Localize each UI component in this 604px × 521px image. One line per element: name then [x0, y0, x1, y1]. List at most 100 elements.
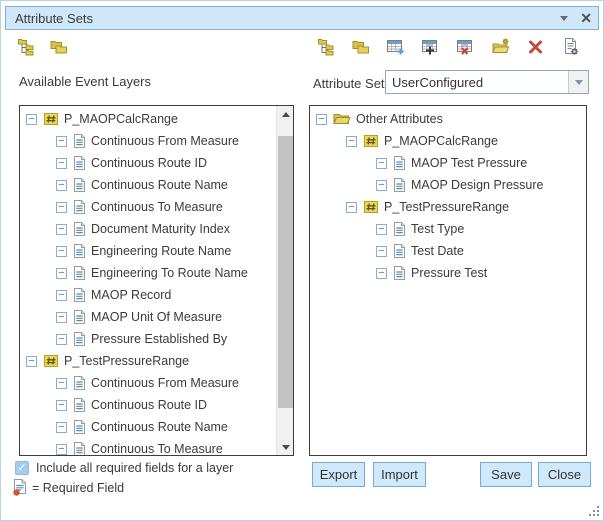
- tree-item[interactable]: −P_MAOPCalcRange: [310, 130, 586, 152]
- collapse-expander-icon[interactable]: −: [56, 312, 67, 323]
- tree-item-label: Test Type: [411, 222, 464, 236]
- required-field-legend-row: = Required Field: [12, 478, 124, 497]
- collapse-expander-icon[interactable]: −: [56, 268, 67, 279]
- tree-item[interactable]: −Document Maturity Index: [20, 218, 276, 240]
- collapse-expander-icon[interactable]: −: [56, 444, 67, 455]
- tree-item-label: Pressure Test: [411, 266, 487, 280]
- close-dialog-button[interactable]: ✕: [574, 7, 598, 29]
- new-attribute-set-button[interactable]: [491, 37, 511, 57]
- tree-item-label: Continuous From Measure: [91, 134, 239, 148]
- field-icon: [73, 397, 86, 413]
- tree-item-label: P_TestPressureRange: [64, 354, 189, 368]
- event-layer-icon: [363, 199, 379, 215]
- field-icon: [73, 243, 86, 259]
- attribute-set-properties-button[interactable]: [561, 37, 581, 57]
- tree-item[interactable]: − Continuous Route Name: [20, 174, 276, 196]
- tree-item[interactable]: − Pressure Test: [310, 262, 586, 284]
- required-field-icon: [12, 478, 27, 497]
- collapse-expander-icon[interactable]: −: [376, 246, 387, 257]
- tree-item[interactable]: −P_MAOPCalcRange: [20, 108, 276, 130]
- scroll-up-button[interactable]: [277, 106, 294, 122]
- collapse-expander-icon[interactable]: −: [56, 400, 67, 411]
- expand-event-layers-button[interactable]: [16, 37, 36, 57]
- tree-item-label: MAOP Unit Of Measure: [91, 310, 222, 324]
- collapse-expander-icon[interactable]: −: [346, 202, 357, 213]
- attribute-sets-dialog: Attribute Sets ✕ Available Event Layers …: [0, 0, 604, 521]
- resize-grip[interactable]: [588, 504, 600, 516]
- tree-item[interactable]: − MAOP Design Pressure: [310, 174, 586, 196]
- tree-item[interactable]: − Pressure Established By: [20, 328, 276, 350]
- tree-item-label: Pressure Established By: [91, 332, 227, 346]
- collapse-expander-icon[interactable]: −: [376, 180, 387, 191]
- collapse-expander-icon[interactable]: −: [26, 114, 37, 125]
- tree-item[interactable]: −Continuous Route ID: [20, 394, 276, 416]
- collapse-event-layers-button[interactable]: [49, 37, 69, 57]
- collapse-expander-icon[interactable]: −: [56, 180, 67, 191]
- tree-expand-icon: [316, 37, 336, 57]
- right-toolbar: [316, 37, 581, 57]
- tree-item[interactable]: −Engineering To Route Name: [20, 262, 276, 284]
- expand-attributes-button[interactable]: [316, 37, 336, 57]
- event-layer-icon: [43, 111, 59, 127]
- tree-item[interactable]: − Continuous From Measure: [20, 372, 276, 394]
- tree-item[interactable]: − Test Type: [310, 218, 586, 240]
- tree-item[interactable]: − Continuous From Measure: [20, 130, 276, 152]
- collapse-expander-icon[interactable]: −: [376, 268, 387, 279]
- tree-item[interactable]: −MAOP Record: [20, 284, 276, 306]
- tree-item[interactable]: −Continuous To Measure: [20, 438, 276, 455]
- collapse-expander-icon[interactable]: −: [376, 158, 387, 169]
- import-button[interactable]: Import: [373, 462, 426, 487]
- tree-item-label: Continuous Route Name: [91, 178, 228, 192]
- collapse-expander-icon[interactable]: −: [346, 136, 357, 147]
- scroll-down-button[interactable]: [277, 439, 294, 455]
- include-required-fields-checkbox[interactable]: ✓: [15, 461, 29, 475]
- collapse-expander-icon[interactable]: −: [56, 422, 67, 433]
- attribute-set-label: Attribute Set:: [313, 76, 388, 91]
- attribute-set-tree: −Other Attributes−P_MAOPCalcRange−MAOP T…: [310, 106, 586, 455]
- collapse-expander-icon[interactable]: −: [56, 378, 67, 389]
- collapse-expander-icon[interactable]: −: [56, 334, 67, 345]
- tree-item[interactable]: −Continuous Route Name: [20, 416, 276, 438]
- tree-item[interactable]: −P_TestPressureRange: [310, 196, 586, 218]
- tree-item[interactable]: −Test Date: [310, 240, 586, 262]
- add-field-button[interactable]: [421, 37, 441, 57]
- tree-item[interactable]: − MAOP Unit Of Measure: [20, 306, 276, 328]
- collapse-expander-icon[interactable]: −: [316, 114, 327, 125]
- attribute-set-dropdown-button[interactable]: [568, 71, 588, 93]
- close-button[interactable]: Close: [538, 462, 591, 487]
- collapse-expander-icon[interactable]: −: [56, 290, 67, 301]
- tree-item[interactable]: −Engineering Route Name: [20, 240, 276, 262]
- chevron-down-icon: [560, 16, 568, 21]
- collapse-expander-icon[interactable]: −: [26, 356, 37, 367]
- save-button[interactable]: Save: [480, 462, 532, 487]
- tree-item-label: Continuous From Measure: [91, 376, 239, 390]
- delete-attribute-set-button[interactable]: [526, 37, 546, 57]
- field-icon: [393, 155, 406, 171]
- tree-item[interactable]: −Continuous Route ID: [20, 152, 276, 174]
- left-panel-scrollbar[interactable]: [276, 106, 293, 455]
- collapse-expander-icon[interactable]: −: [56, 224, 67, 235]
- tree-item[interactable]: −Other Attributes: [310, 108, 586, 130]
- dialog-title: Attribute Sets: [6, 11, 554, 26]
- collapse-expander-icon[interactable]: −: [56, 136, 67, 147]
- collapse-expander-icon[interactable]: −: [56, 246, 67, 257]
- tree-item[interactable]: − Continuous To Measure: [20, 196, 276, 218]
- field-icon: [73, 155, 86, 171]
- attribute-set-combobox[interactable]: UserConfigured: [385, 70, 589, 94]
- tree-item[interactable]: − P_TestPressureRange: [20, 350, 276, 372]
- tree-item[interactable]: −MAOP Test Pressure: [310, 152, 586, 174]
- field-icon: [393, 177, 406, 193]
- collapse-expander-icon[interactable]: −: [376, 224, 387, 235]
- collapse-expander-icon[interactable]: −: [56, 158, 67, 169]
- transfer-fields-button[interactable]: [386, 37, 406, 57]
- open-folder-icon: [333, 112, 351, 126]
- remove-field-button[interactable]: [456, 37, 476, 57]
- collapse-attributes-button[interactable]: [351, 37, 371, 57]
- event-layer-icon: [43, 353, 59, 369]
- collapse-expander-icon[interactable]: −: [56, 202, 67, 213]
- export-button[interactable]: Export: [312, 462, 365, 487]
- scrollbar-thumb[interactable]: [278, 136, 293, 408]
- collapse-dialog-button[interactable]: [554, 7, 574, 29]
- tree-item-label: Continuous To Measure: [91, 200, 223, 214]
- tree-item-label: MAOP Design Pressure: [411, 178, 543, 192]
